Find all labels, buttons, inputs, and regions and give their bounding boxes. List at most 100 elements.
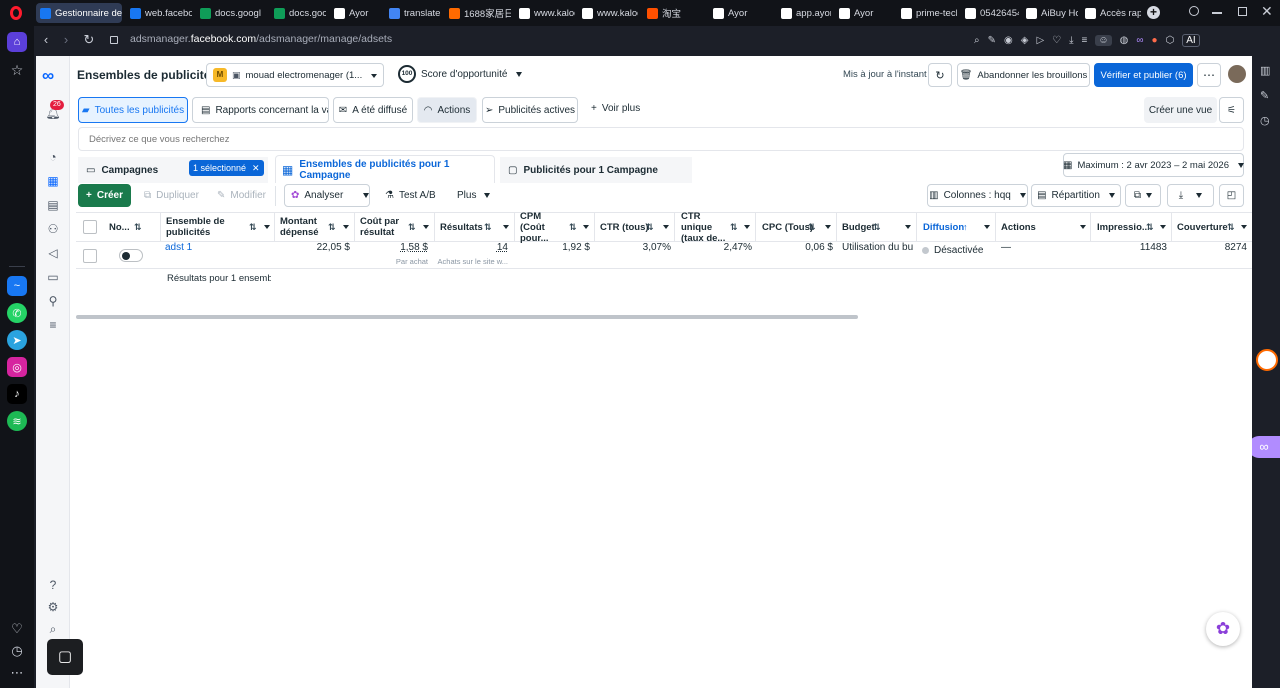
ai-button[interactable]: AI [1182, 33, 1200, 47]
aria-icon[interactable]: ∞ [1136, 35, 1143, 46]
heart-icon[interactable]: ♡ [7, 619, 27, 639]
cell-results[interactable]: 14 [434, 242, 508, 253]
col-budget[interactable]: Budget ⇅ [836, 212, 917, 242]
search-box[interactable] [78, 127, 1244, 151]
profile-icon[interactable]: ☺ [1095, 34, 1112, 46]
tiktok-icon[interactable]: ♪ [7, 384, 27, 404]
sort-icon[interactable]: ⇅ [1227, 222, 1235, 233]
col-name[interactable]: No... ⇅ [103, 212, 161, 242]
create-view-button[interactable]: Créer une vue [1144, 97, 1217, 123]
row-toggle[interactable] [119, 249, 143, 262]
history-icon[interactable]: ◷ [7, 641, 27, 661]
browser-tab[interactable]: 0542645479 [961, 3, 1019, 23]
level-ads[interactable]: ▢ Publicités pour 1 Campagne [500, 157, 692, 183]
chevron-down-icon[interactable] [423, 225, 429, 229]
col-actions[interactable]: Actions [995, 212, 1091, 242]
horizontal-scrollbar[interactable] [76, 315, 858, 319]
browser-tab[interactable]: www.kalod [515, 3, 575, 23]
account-selector[interactable]: M ▣ mouad electromenager (1... [206, 63, 384, 87]
campaign-icon[interactable]: ◁ [44, 244, 62, 262]
tab-all-ads[interactable]: ▰ Toutes les publicités [78, 97, 188, 123]
clock-icon[interactable]: ◷ [1260, 114, 1270, 127]
browser-tab[interactable]: docs.googl [270, 3, 326, 23]
opera-logo-icon[interactable] [10, 6, 22, 20]
sort-icon[interactable]: ⇅ [808, 222, 816, 233]
col-ctr[interactable]: CTR (tous) ⇅ [594, 212, 675, 242]
messenger-icon[interactable]: ~ [7, 276, 27, 296]
sort-icon[interactable]: ⇅ [1146, 222, 1154, 233]
col-spent[interactable]: Montant dépensé ⇅ [274, 212, 355, 242]
publish-button[interactable]: Vérifier et publier (6) [1094, 63, 1193, 87]
col-results[interactable]: Résultats ⇅ [434, 212, 515, 242]
chevron-down-icon[interactable] [503, 225, 509, 229]
chevron-down-icon[interactable] [264, 225, 270, 229]
search-input[interactable] [79, 128, 1243, 150]
edit-icon[interactable]: ✎ [988, 35, 996, 46]
browser-tab[interactable]: docs.googl [196, 3, 266, 23]
download-icon[interactable]: ⤓ [1069, 35, 1073, 46]
analyze-button[interactable]: ✿ Analyser [284, 184, 370, 207]
opportunity-score[interactable]: 100 Score d'opportunité [398, 65, 523, 83]
dashboard-icon[interactable]: ◔ [44, 148, 62, 166]
refresh-button[interactable]: ↻ [928, 63, 952, 87]
profile-avatar[interactable] [1228, 65, 1246, 83]
ab-test-button[interactable]: ⚗ Test A/B [385, 190, 436, 201]
stats-icon[interactable]: ▥ [1260, 64, 1270, 77]
tab-value-reports[interactable]: ▤ Rapports concernant la valeur [192, 97, 329, 123]
chevron-down-icon[interactable] [744, 225, 750, 229]
col-delivery[interactable]: Diffusion ↑ [917, 212, 996, 242]
tab-search-icon[interactable] [1189, 6, 1199, 16]
col-impressions[interactable]: Impressio... ⇅ [1091, 212, 1172, 242]
duplicate-button[interactable]: ⧉ Dupliquer [144, 190, 199, 201]
clear-selection-icon[interactable]: ✕ [252, 163, 260, 174]
adset-name-link[interactable]: adst 1 [165, 242, 192, 253]
level-adsets[interactable]: ▦ Ensembles de publicités pour 1 Campagn… [275, 155, 495, 183]
sort-icon[interactable]: ⇅ [249, 222, 257, 233]
sort-icon[interactable]: ⇅ [408, 222, 416, 233]
ext-1688-icon[interactable] [1256, 349, 1278, 371]
breakdown-button[interactable]: ▤ Répartition [1031, 184, 1121, 207]
browser-tab[interactable]: Ayor [709, 3, 773, 23]
close-window-icon[interactable]: ✕ [1261, 3, 1273, 20]
tab-active-ads[interactable]: ➢ Publicités actives [482, 97, 578, 123]
browser-tab[interactable]: AiBuy Hom [1022, 3, 1078, 23]
menu-icon[interactable]: ≡ [1082, 35, 1088, 46]
sort-icon[interactable]: ⇅ [646, 222, 654, 233]
play-icon[interactable]: ▷ [1036, 35, 1044, 46]
search-icon[interactable]: ⌕ [44, 620, 62, 638]
instagram-icon[interactable]: ◎ [7, 357, 27, 377]
chevron-down-icon[interactable] [1160, 225, 1166, 229]
whatsapp-icon[interactable]: ✆ [7, 303, 27, 323]
browser-tab[interactable]: translate.g [385, 3, 441, 23]
new-tab-button[interactable]: + [1147, 6, 1160, 19]
sort-icon[interactable]: ⇅ [134, 222, 142, 233]
col-cpm[interactable]: CPM (Coût pour... ⇅ [514, 211, 595, 244]
more-button[interactable]: Plus [457, 190, 491, 201]
filter-settings-button[interactable]: ⚟ [1219, 97, 1244, 123]
discard-drafts-button[interactable]: 🗑︎ Abandonner les brouillons [957, 63, 1090, 87]
charts-button[interactable]: ◰ [1219, 184, 1244, 207]
col-adset[interactable]: Ensemble de publicités ⇅ [160, 212, 275, 242]
tab-delivered[interactable]: ✉ A été diffusé [333, 97, 413, 123]
back-icon[interactable]: ‹ [38, 32, 54, 48]
browser-tab[interactable]: 淘宝 [643, 3, 705, 23]
forward-icon[interactable]: › [58, 32, 74, 48]
chat-button[interactable]: ▢ [47, 639, 83, 675]
ads-table-icon[interactable]: ▦ [44, 172, 62, 190]
chevron-down-icon[interactable] [825, 225, 831, 229]
star-icon[interactable]: ☆ [7, 60, 27, 80]
minimize-icon[interactable] [1212, 12, 1222, 14]
telegram-icon[interactable]: ➤ [7, 330, 27, 350]
browser-tab[interactable]: Accès rapid [1081, 3, 1141, 23]
tab-actions[interactable]: ◠ Actions [417, 97, 477, 123]
maximize-icon[interactable] [1238, 7, 1247, 16]
edit-button[interactable]: ✎ Modifier [217, 190, 266, 201]
chevron-down-icon[interactable] [905, 225, 911, 229]
chevron-down-icon[interactable] [1080, 225, 1086, 229]
audiences-icon[interactable]: ⚇ [44, 220, 62, 238]
reports-button[interactable]: ⧉ [1125, 184, 1161, 207]
settings-icon[interactable]: ⚙ [44, 598, 62, 616]
reload-icon[interactable]: ↻ [81, 32, 97, 48]
selected-badge[interactable]: 1 sélectionné ✕ [189, 160, 264, 176]
heart-outline-icon[interactable]: ♡ [1052, 35, 1061, 46]
